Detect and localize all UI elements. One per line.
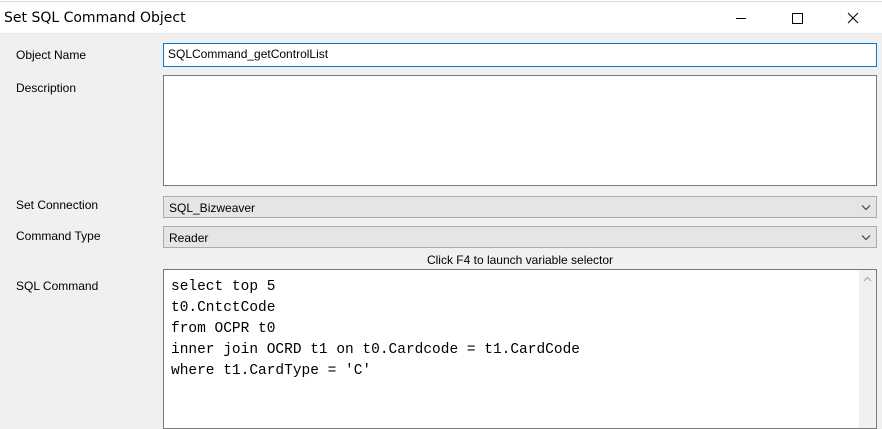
description-textarea[interactable] [163, 75, 877, 186]
chevron-down-icon [861, 205, 871, 211]
sql-line: t0.CntctCode [171, 300, 276, 316]
close-icon [847, 12, 859, 24]
variable-selector-hint: Click F4 to launch variable selector [426, 253, 614, 267]
sql-line: from OCPR t0 [171, 321, 276, 337]
close-button[interactable] [830, 3, 876, 33]
command-type-value: Reader [169, 231, 209, 245]
sql-command-text: select top 5 t0.CntctCode from OCPR t0 i… [171, 277, 580, 382]
object-name-label: Object Name [16, 48, 87, 62]
maximize-button[interactable] [774, 3, 820, 33]
command-type-label: Command Type [16, 229, 101, 243]
background-window-edge [0, 1, 882, 2]
minimize-button[interactable] [718, 3, 764, 33]
sql-command-textarea[interactable]: select top 5 t0.CntctCode from OCPR t0 i… [163, 269, 877, 429]
set-connection-label: Set Connection [16, 198, 99, 212]
sql-line: select top 5 [171, 279, 276, 295]
window-title: Set SQL Command Object [4, 10, 186, 26]
chevron-down-icon [861, 235, 871, 241]
scroll-up-button[interactable] [859, 270, 876, 287]
sql-command-label: SQL Command [16, 279, 99, 293]
sql-line: inner join OCRD t1 on t0.Cardcode = t1.C… [171, 342, 580, 358]
sql-line: where t1.CardType = 'C' [171, 363, 372, 379]
title-bar[interactable]: Set SQL Command Object [0, 3, 882, 34]
scroll-up-arrow-icon [863, 276, 872, 281]
set-connection-dropdown[interactable]: SQL_Bizweaver [163, 196, 877, 218]
set-connection-value: SQL_Bizweaver [169, 201, 256, 215]
minimize-icon [736, 18, 746, 19]
maximize-icon [792, 13, 803, 24]
vertical-scrollbar[interactable] [859, 270, 876, 428]
description-label: Description [16, 81, 77, 95]
object-name-value: SQLCommand_getControlList [168, 47, 329, 61]
object-name-input[interactable]: SQLCommand_getControlList [163, 43, 877, 67]
command-type-dropdown[interactable]: Reader [163, 226, 877, 248]
